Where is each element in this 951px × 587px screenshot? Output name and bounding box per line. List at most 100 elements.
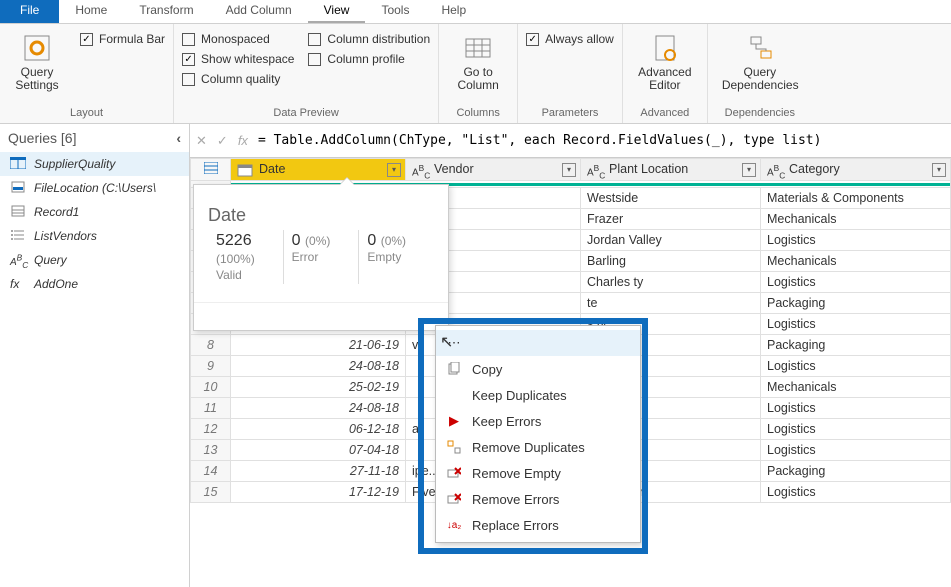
formula-bar-checkbox[interactable]: ✓Formula Bar bbox=[80, 32, 165, 46]
ribbon-group-parameters: ✓Always allow Parameters bbox=[518, 24, 623, 123]
column-header-vendor-label: Vendor bbox=[434, 162, 474, 176]
cell-category[interactable]: Logistics bbox=[761, 482, 951, 503]
cell-date[interactable]: 24-08-18 bbox=[231, 356, 406, 377]
view-tab[interactable]: View bbox=[308, 0, 366, 23]
cell-category[interactable]: Logistics bbox=[761, 230, 951, 251]
monospaced-checkbox[interactable]: Monospaced bbox=[182, 32, 294, 46]
cell-plant[interactable]: te bbox=[581, 293, 761, 314]
sidebar-title: Queries [6] bbox=[8, 130, 76, 146]
filter-icon[interactable]: ▾ bbox=[387, 163, 401, 177]
text-type-icon: ABC bbox=[767, 163, 785, 177]
column-quality-checkbox[interactable]: Column quality bbox=[182, 72, 294, 86]
sidebar-item-query[interactable]: ListVendors bbox=[0, 224, 189, 248]
ctx-ellipsis-button[interactable]: ⋯ bbox=[436, 330, 640, 356]
column-profile-popover: Date 5226 (100%) Valid 0 (0%) Error 0 (0… bbox=[193, 184, 449, 331]
sidebar-item-query[interactable]: SupplierQuality bbox=[0, 152, 189, 176]
column-distribution-checkbox[interactable]: Column distribution bbox=[308, 32, 430, 46]
sidebar-item-query[interactable]: ABCQuery bbox=[0, 248, 189, 272]
ctx-copy[interactable]: Copy bbox=[436, 356, 640, 382]
ribbon-group-data-preview: Monospaced ✓Show whitespace Column quali… bbox=[174, 24, 439, 123]
filter-icon[interactable]: ▾ bbox=[932, 163, 946, 177]
home-tab[interactable]: Home bbox=[59, 0, 123, 23]
transform-tab[interactable]: Transform bbox=[123, 0, 209, 23]
sidebar-item-query[interactable]: Record1 bbox=[0, 200, 189, 224]
file-tab[interactable]: File bbox=[0, 0, 59, 23]
cell-date[interactable]: 24-08-18 bbox=[231, 398, 406, 419]
column-header-rownum[interactable] bbox=[191, 159, 231, 181]
add-column-tab[interactable]: Add Column bbox=[210, 0, 308, 23]
collapse-icon[interactable]: ‹ bbox=[176, 130, 181, 146]
query-item-label: AddOne bbox=[34, 277, 78, 291]
cell-category[interactable]: Logistics bbox=[761, 419, 951, 440]
ribbon-group-label: Parameters bbox=[526, 105, 614, 123]
cell-date[interactable]: 07-04-18 bbox=[231, 440, 406, 461]
column-quality-label: Column quality bbox=[201, 72, 280, 86]
sidebar-item-query[interactable]: FileLocation (C:\Users\ bbox=[0, 176, 189, 200]
cell-plant[interactable]: Charles ty bbox=[581, 272, 761, 293]
ctx-keep-duplicates[interactable]: Keep Duplicates bbox=[436, 382, 640, 408]
row-number: 15 bbox=[191, 482, 231, 503]
tools-tab[interactable]: Tools bbox=[365, 0, 425, 23]
cell-category[interactable]: Logistics bbox=[761, 314, 951, 335]
cell-category[interactable]: Logistics bbox=[761, 356, 951, 377]
ctx-remove-empty[interactable]: Remove Empty bbox=[436, 460, 640, 486]
ctx-remove-errors[interactable]: Remove Errors bbox=[436, 486, 640, 512]
go-to-column-button[interactable]: Go to Column bbox=[447, 28, 509, 96]
filter-icon[interactable]: ▾ bbox=[742, 163, 756, 177]
filter-icon[interactable]: ▾ bbox=[562, 163, 576, 177]
ctx-replace-errors[interactable]: ↓a₂Replace Errors bbox=[436, 512, 640, 538]
formula-bar: ✕ ✓ fx bbox=[190, 124, 951, 158]
row-number: 13 bbox=[191, 440, 231, 461]
cell-category[interactable]: Materials & Components bbox=[761, 188, 951, 209]
commit-icon[interactable]: ✓ bbox=[217, 133, 228, 149]
column-header-vendor[interactable]: ABCVendor▾ bbox=[406, 159, 581, 181]
query-type-icon bbox=[10, 205, 26, 219]
column-profile-checkbox[interactable]: Column profile bbox=[308, 52, 430, 66]
show-whitespace-label: Show whitespace bbox=[201, 52, 294, 66]
cell-plant[interactable]: Jordan Valley bbox=[581, 230, 761, 251]
query-type-icon bbox=[10, 157, 26, 171]
ctx-remove-duplicates[interactable]: Remove Duplicates bbox=[436, 434, 640, 460]
always-allow-checkbox[interactable]: ✓Always allow bbox=[526, 32, 614, 46]
formula-input[interactable] bbox=[258, 133, 945, 148]
cell-date[interactable]: 17-12-19 bbox=[231, 482, 406, 503]
context-menu[interactable]: ⋯ Copy Keep Duplicates ▶Keep Errors Remo… bbox=[435, 325, 641, 543]
query-dependencies-button[interactable]: Query Dependencies bbox=[716, 28, 804, 96]
cell-category[interactable]: Mechanicals bbox=[761, 209, 951, 230]
column-header-category[interactable]: ABCCategory▾ bbox=[761, 159, 951, 181]
sidebar-list: SupplierQualityFileLocation (C:\Users\Re… bbox=[0, 152, 189, 587]
advanced-editor-button[interactable]: Advanced Editor bbox=[631, 28, 699, 96]
cell-plant[interactable]: Frazer bbox=[581, 209, 761, 230]
query-settings-button[interactable]: Query Settings bbox=[8, 28, 66, 96]
ribbon-group-label: Layout bbox=[8, 105, 165, 123]
cell-category[interactable]: Mechanicals bbox=[761, 377, 951, 398]
cell-plant[interactable]: Westside bbox=[581, 188, 761, 209]
ctx-rem-err-label: Remove Errors bbox=[472, 492, 559, 507]
cell-date[interactable]: 06-12-18 bbox=[231, 419, 406, 440]
cell-category[interactable]: Packaging bbox=[761, 461, 951, 482]
grid-icon bbox=[462, 32, 494, 64]
ribbon-group-label: Dependencies bbox=[716, 105, 804, 123]
cancel-icon[interactable]: ✕ bbox=[196, 133, 207, 149]
row-number: 11 bbox=[191, 398, 231, 419]
cell-category[interactable]: Packaging bbox=[761, 293, 951, 314]
column-header-date[interactable]: Date▾ bbox=[231, 159, 406, 181]
ribbon-group-layout: Query Settings ✓Formula Bar Layout bbox=[0, 24, 174, 123]
ctx-keep-err-label: Keep Errors bbox=[472, 414, 541, 429]
cell-plant[interactable]: Barling bbox=[581, 251, 761, 272]
cell-category[interactable]: Logistics bbox=[761, 272, 951, 293]
ctx-keep-errors[interactable]: ▶Keep Errors bbox=[436, 408, 640, 434]
row-number: 10 bbox=[191, 377, 231, 398]
show-whitespace-checkbox[interactable]: ✓Show whitespace bbox=[182, 52, 294, 66]
cell-category[interactable]: Mechanicals bbox=[761, 251, 951, 272]
column-header-plant[interactable]: ABCPlant Location▾ bbox=[581, 159, 761, 181]
cell-date[interactable]: 21-06-19 bbox=[231, 335, 406, 356]
cell-category[interactable]: Packaging bbox=[761, 335, 951, 356]
cell-category[interactable]: Logistics bbox=[761, 440, 951, 461]
sidebar-item-query[interactable]: fxAddOne bbox=[0, 272, 189, 296]
fx-icon: fx bbox=[238, 133, 248, 148]
cell-date[interactable]: 27-11-18 bbox=[231, 461, 406, 482]
help-tab[interactable]: Help bbox=[425, 0, 482, 23]
cell-category[interactable]: Logistics bbox=[761, 398, 951, 419]
cell-date[interactable]: 25-02-19 bbox=[231, 377, 406, 398]
